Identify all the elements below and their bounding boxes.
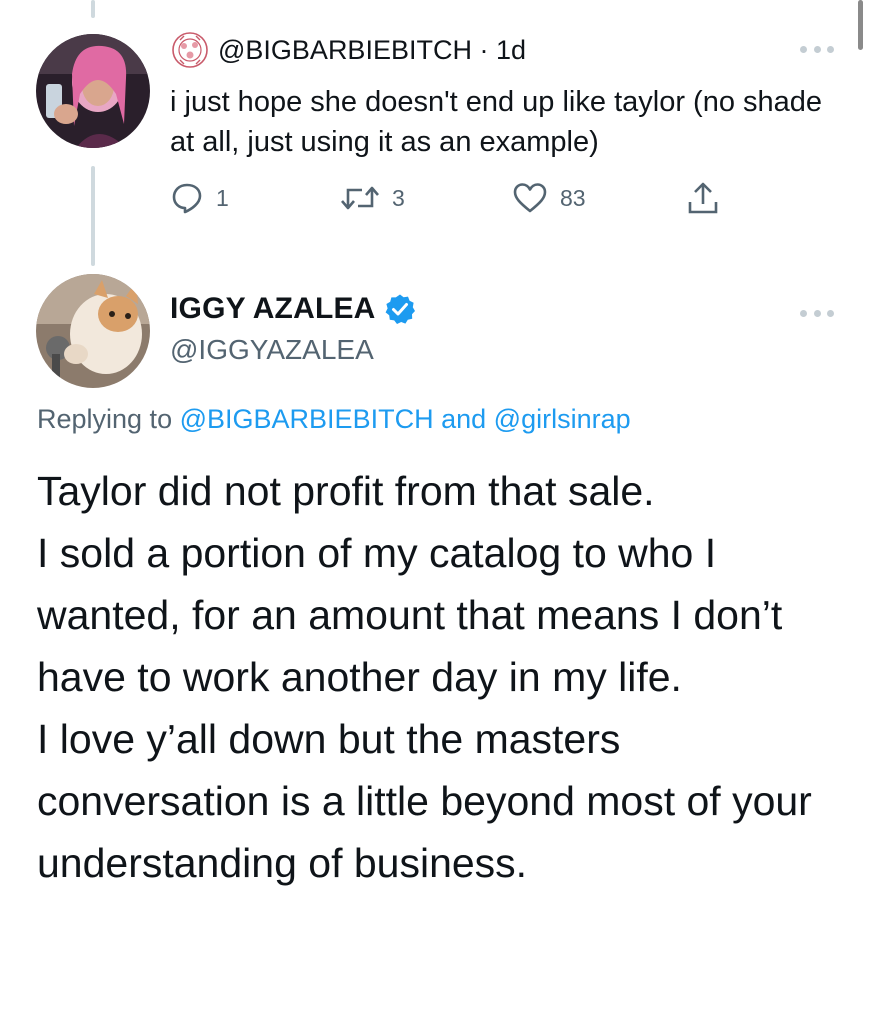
main-author-display-name[interactable]: IGGY AZALEA — [170, 292, 376, 326]
retweet-icon — [341, 186, 379, 210]
reply-author-avatar[interactable] — [36, 34, 150, 148]
retweet-count: 3 — [392, 184, 405, 211]
reply-count: 1 — [216, 184, 229, 211]
replying-to-link-2[interactable]: @girlsinrap — [494, 404, 631, 434]
main-author-name-row: IGGY AZALEA — [170, 292, 416, 326]
reply-author-handle[interactable]: @BIGBARBIEBITCH — [218, 35, 472, 65]
main-tweet-line-3: I love y’all down but the masters conver… — [37, 716, 812, 886]
reply-tweet-header: @BIGBARBIEBITCH · 1d — [170, 32, 526, 68]
heart-icon — [513, 183, 547, 213]
main-author-avatar[interactable] — [36, 274, 150, 388]
main-author-handle[interactable]: @IGGYAZALEA — [170, 334, 374, 366]
main-tweet-line-2: I sold a portion of my catalog to who I … — [37, 530, 783, 700]
thread-line-connector — [91, 166, 95, 266]
thread-line-top — [91, 0, 95, 18]
like-button[interactable]: 83 — [512, 178, 586, 218]
reply-icon — [172, 183, 202, 214]
main-tweet-text: Taylor did not profit from that sale. I … — [37, 460, 847, 894]
main-tweet-line-1: Taylor did not profit from that sale. — [37, 468, 655, 514]
rose-crest-icon — [172, 32, 208, 68]
reply-action-bar: 1 3 83 — [170, 178, 730, 218]
share-button[interactable] — [686, 178, 720, 218]
retweet-button[interactable]: 3 — [340, 178, 405, 218]
reply-button[interactable]: 1 — [170, 178, 229, 218]
like-count: 83 — [560, 184, 586, 211]
main-more-options-icon[interactable] — [800, 308, 834, 318]
scrollbar[interactable] — [858, 0, 863, 50]
share-icon — [688, 182, 718, 214]
reply-more-options-icon[interactable] — [800, 44, 834, 54]
reply-tweet-text: i just hope she doesn't end up like tayl… — [170, 86, 823, 158]
replying-to-line: Replying to @BIGBARBIEBITCH and @girlsin… — [37, 404, 631, 435]
replying-to-link-1[interactable]: @BIGBARBIEBITCH — [180, 404, 434, 434]
verified-badge-icon — [385, 294, 415, 324]
replying-and: and — [441, 404, 487, 434]
reply-timestamp[interactable]: · 1d — [479, 35, 526, 65]
replying-prefix: Replying to — [37, 404, 173, 434]
